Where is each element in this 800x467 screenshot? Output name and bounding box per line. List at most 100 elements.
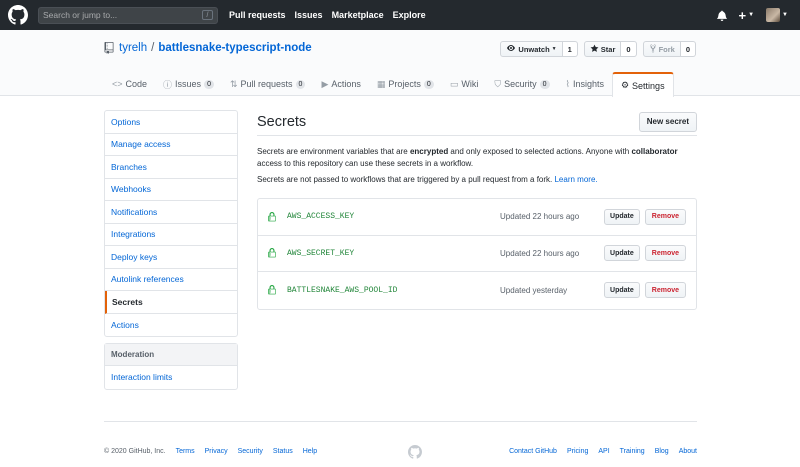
nav-marketplace[interactable]: Marketplace <box>332 10 384 20</box>
caret-down-icon: ▼ <box>748 12 755 18</box>
menu-item-secrets[interactable]: Secrets <box>105 291 237 314</box>
tab-actions[interactable]: ▶ Actions <box>313 72 368 96</box>
create-new-menu[interactable]: + ▼ <box>739 8 755 23</box>
repo-actions: Unwatch ▼ 1 Star 0 Fork 0 <box>500 41 696 57</box>
tab-label: Projects <box>388 79 421 89</box>
footer-link-security[interactable]: Security <box>238 448 263 455</box>
footer-link-privacy[interactable]: Privacy <box>205 448 228 455</box>
stars-count[interactable]: 0 <box>621 41 637 57</box>
star-label: Star <box>600 44 616 54</box>
tab-label: Security <box>504 79 537 89</box>
book-icon: ▭ <box>449 78 459 89</box>
play-icon: ▶ <box>321 78 329 89</box>
footer-link-pricing[interactable]: Pricing <box>567 448 588 455</box>
tab-code[interactable]: <> Code <box>104 72 155 96</box>
github-mark-icon[interactable] <box>408 445 422 459</box>
menu-item-deploy-keys[interactable]: Deploy keys <box>105 246 237 269</box>
lock-icon <box>268 248 278 258</box>
repo-title: tyrelh / battlesnake-typescript-node <box>104 42 312 54</box>
project-icon: ▦ <box>376 78 386 89</box>
footer-link-training[interactable]: Training <box>620 448 645 455</box>
star-button[interactable]: Star <box>583 41 622 57</box>
desc-text: Secrets are environment variables that a… <box>257 147 410 156</box>
footer-link-about[interactable]: About <box>679 448 697 455</box>
code-icon: <> <box>112 79 123 89</box>
tab-label: Code <box>125 79 148 89</box>
fork-note: Secrets are not passed to workflows that… <box>257 175 697 184</box>
tab-label: Pull requests <box>240 79 293 89</box>
desc-text: access to this repository can use these … <box>257 158 474 168</box>
list-item: AWS_ACCESS_KEY Updated 22 hours ago Upda… <box>258 199 696 236</box>
update-button[interactable]: Update <box>604 245 640 262</box>
unwatch-group: Unwatch ▼ 1 <box>500 41 578 57</box>
update-button[interactable]: Update <box>604 208 640 225</box>
repo-icon <box>104 42 114 54</box>
footer-link-blog[interactable]: Blog <box>655 448 669 455</box>
tab-projects[interactable]: ▦ Projects 0 <box>369 72 442 96</box>
update-button[interactable]: Update <box>604 282 640 299</box>
new-secret-button[interactable]: New secret <box>638 111 697 132</box>
footer-right: Contact GitHub Pricing API Training Blog… <box>509 448 697 455</box>
tab-insights[interactable]: ⌇ Insights <box>558 72 612 96</box>
unwatch-button[interactable]: Unwatch ▼ <box>500 41 563 57</box>
search-box[interactable]: / <box>38 6 218 24</box>
tab-wiki[interactable]: ▭ Wiki <box>442 72 487 96</box>
subhead: Secrets New secret <box>257 108 697 136</box>
tab-label: Insights <box>572 79 604 89</box>
secrets-main: Secrets New secret Secrets are environme… <box>257 108 697 310</box>
nav-pull-requests[interactable]: Pull requests <box>229 10 286 20</box>
tab-pull-requests[interactable]: ⇅ Pull requests 0 <box>222 72 313 96</box>
menu-item-integrations[interactable]: Integrations <box>105 224 237 246</box>
menu-item-manage-access[interactable]: Manage access <box>105 134 237 156</box>
repo-name-link[interactable]: battlesnake-typescript-node <box>158 42 311 54</box>
header-right: + ▼ ▼ <box>716 0 788 30</box>
search-input[interactable] <box>43 10 193 20</box>
tab-issues[interactable]: ⓘ Issues 0 <box>155 72 222 96</box>
menu-item-actions[interactable]: Actions <box>105 314 237 337</box>
nav-explore[interactable]: Explore <box>393 10 426 20</box>
secrets-list: AWS_ACCESS_KEY Updated 22 hours ago Upda… <box>257 198 697 310</box>
fork-note-text: Secrets are not passed to workflows that… <box>257 175 555 184</box>
caret-down-icon: ▼ <box>782 12 788 18</box>
github-logo-icon[interactable] <box>8 5 28 25</box>
learn-more-link[interactable]: Learn more. <box>554 175 597 184</box>
lock-icon <box>268 285 278 295</box>
remove-button[interactable]: Remove <box>644 208 686 225</box>
tab-label: Wiki <box>461 79 479 89</box>
forks-count[interactable]: 0 <box>680 41 696 57</box>
settings-menu: Options Manage access Branches Webhooks … <box>104 110 238 337</box>
footer-link-status[interactable]: Status <box>273 448 293 455</box>
menu-item-options[interactable]: Options <box>105 111 237 134</box>
menu-item-notifications[interactable]: Notifications <box>105 201 237 224</box>
menu-item-autolink-references[interactable]: Autolink references <box>105 269 237 291</box>
menu-item-branches[interactable]: Branches <box>105 156 237 179</box>
secret-updated: Updated 22 hours ago <box>500 212 580 222</box>
desc-bold: encrypted <box>409 147 449 156</box>
tab-label: Issues <box>175 79 202 89</box>
fork-button[interactable]: Fork <box>642 41 681 57</box>
watchers-count[interactable]: 1 <box>562 41 578 57</box>
footer-link-help[interactable]: Help <box>303 448 317 455</box>
lock-icon <box>268 211 278 222</box>
footer-link-contact[interactable]: Contact GitHub <box>509 448 557 455</box>
user-menu[interactable]: ▼ <box>766 8 788 22</box>
remove-button[interactable]: Remove <box>644 245 686 262</box>
repo-owner-link[interactable]: tyrelh <box>119 42 147 54</box>
tab-security[interactable]: ⛉ Security 0 <box>486 72 557 96</box>
tab-settings[interactable]: ⚙ Settings <box>611 72 674 97</box>
fork-icon <box>649 44 657 55</box>
desc-text: and only exposed to selected actions. An… <box>448 147 632 156</box>
bell-icon[interactable] <box>716 10 727 21</box>
unwatch-label: Unwatch <box>518 44 550 54</box>
nav-issues[interactable]: Issues <box>295 10 323 20</box>
footer-link-api[interactable]: API <box>598 448 609 455</box>
secret-updated: Updated yesterday <box>500 285 568 295</box>
footer-link-terms[interactable]: Terms <box>176 448 195 455</box>
shield-icon: ⛉ <box>494 78 502 89</box>
tab-label: Settings <box>632 80 665 91</box>
repo-tabs: <> Code ⓘ Issues 0 ⇅ Pull requests 0 ▶ A… <box>104 72 674 97</box>
menu-item-interaction-limits[interactable]: Interaction limits <box>105 366 237 389</box>
menu-item-webhooks[interactable]: Webhooks <box>105 179 237 201</box>
repo-head: tyrelh / battlesnake-typescript-node Unw… <box>0 30 800 97</box>
remove-button[interactable]: Remove <box>644 282 686 299</box>
